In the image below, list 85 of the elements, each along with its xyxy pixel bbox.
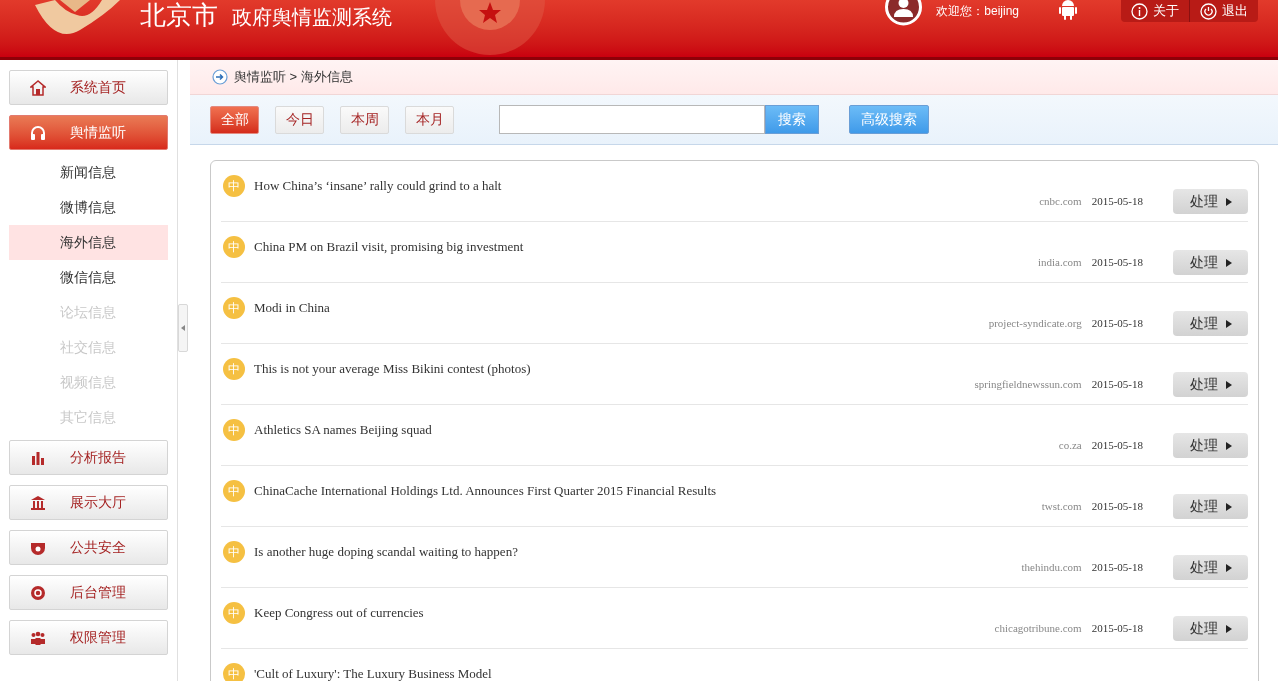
play-icon: [1225, 319, 1232, 328]
filter-tab[interactable]: 全部: [210, 105, 259, 134]
article-source: springfieldnewssun.com: [974, 377, 1082, 393]
breadcrumb: 舆情监听 > 海外信息: [234, 68, 353, 87]
article-title[interactable]: ChinaCache International Holdings Ltd. Announces First Quarter 2015 Financial Results: [254, 481, 717, 501]
article-date: 2015-05-18: [1091, 621, 1143, 637]
article-source: project-syndicate.org: [988, 316, 1082, 332]
priority-badge: 中: [223, 480, 245, 502]
sidebar-submenu-item[interactable]: 新闻信息: [9, 155, 168, 190]
article-source: cnbc.com: [1039, 194, 1082, 210]
article-title[interactable]: China PM on Brazil visit, promising big investment: [254, 237, 524, 257]
article-date: 2015-05-18: [1091, 316, 1143, 332]
about-button[interactable]: 关于: [1121, 0, 1189, 22]
process-button[interactable]: 处理: [1173, 250, 1248, 275]
article-title[interactable]: Is another huge doping scandal waiting to happen?: [254, 542, 518, 562]
article-title[interactable]: How China’s ‘insane’ rally could grind to a halt: [254, 176, 502, 196]
system-title: 政府舆情监测系统: [232, 5, 392, 30]
priority-badge: 中: [223, 358, 245, 380]
process-button[interactable]: 处理: [1173, 311, 1248, 336]
sidebar-submenu-item[interactable]: 海外信息: [9, 225, 168, 260]
headphones-icon: [30, 124, 46, 141]
city-title: 北京市: [140, 0, 218, 32]
process-button[interactable]: 处理: [1173, 494, 1248, 519]
sidebar-menu-button[interactable]: 后台管理: [9, 575, 168, 610]
play-icon: [1225, 563, 1232, 572]
process-button[interactable]: 处理: [1173, 372, 1248, 397]
sidebar-menu-button[interactable]: 公共安全: [9, 530, 168, 565]
article-title[interactable]: Keep Congress out of currencies: [254, 603, 424, 623]
play-icon: [1225, 258, 1232, 267]
logout-button[interactable]: 退出: [1189, 0, 1258, 22]
sidebar-menu-button[interactable]: 权限管理: [9, 620, 168, 655]
power-icon: [1200, 2, 1217, 20]
process-button[interactable]: 处理: [1173, 433, 1248, 458]
caret-left-icon: [181, 325, 185, 331]
sidebar-menu-button[interactable]: 展示大厅: [9, 485, 168, 520]
article-date: 2015-05-18: [1091, 499, 1143, 515]
arrow-right-icon: [212, 69, 228, 85]
sidebar-submenu-item[interactable]: 微信信息: [9, 260, 168, 295]
article-title[interactable]: Athletics SA names Beijing squad: [254, 420, 432, 440]
article-date: 2015-05-18: [1091, 255, 1143, 271]
bar-chart-icon: [30, 449, 46, 466]
priority-badge: 中: [223, 602, 245, 624]
sidebar-menu-button[interactable]: 分析报告: [9, 440, 168, 475]
article-date: 2015-05-18: [1091, 194, 1143, 210]
play-icon: [1225, 380, 1232, 389]
filter-tab[interactable]: 今日: [275, 105, 324, 134]
priority-badge: 中: [223, 297, 245, 319]
building-icon: [30, 494, 46, 511]
play-icon: [1225, 197, 1232, 206]
priority-badge: 中: [223, 663, 245, 681]
play-icon: [1225, 441, 1232, 450]
welcome-text: 欢迎您：beijing: [936, 3, 1019, 20]
home-icon: [30, 79, 46, 96]
avatar-icon[interactable]: [885, 0, 923, 26]
article-title[interactable]: This is not your average Miss Bikini contest (photos): [254, 359, 531, 379]
sidebar-submenu-item[interactable]: 微博信息: [9, 190, 168, 225]
article-date: 2015-05-18: [1091, 377, 1143, 393]
priority-badge: 中: [223, 236, 245, 258]
process-button[interactable]: 处理: [1173, 555, 1248, 580]
filter-tab[interactable]: 本周: [340, 105, 389, 134]
article-date: 2015-05-18: [1091, 438, 1143, 454]
article-date: 2015-05-18: [1091, 560, 1143, 576]
play-icon: [1225, 502, 1232, 511]
sidebar-menu-button[interactable]: 系统首页: [9, 70, 168, 105]
article-title[interactable]: Modi in China: [254, 298, 330, 318]
article-source: india.com: [1038, 255, 1082, 271]
article-title[interactable]: 'Cult of Luxury': The Luxury Business Model: [254, 664, 492, 681]
priority-badge: 中: [223, 175, 245, 197]
process-button[interactable]: 处理: [1173, 616, 1248, 641]
article-source: twst.com: [1041, 499, 1082, 515]
article-source: thehindu.com: [1021, 560, 1082, 576]
gear-icon: [30, 584, 46, 601]
search-field[interactable]: [499, 105, 765, 134]
people-icon: [30, 629, 46, 646]
android-icon[interactable]: [1059, 0, 1077, 20]
play-icon: [1225, 624, 1232, 633]
process-button[interactable]: 处理: [1173, 189, 1248, 214]
article-source: chicagotribune.com: [994, 621, 1082, 637]
sidebar-menu-button[interactable]: 舆情监听: [9, 115, 168, 150]
priority-badge: 中: [223, 541, 245, 563]
collapse-handle[interactable]: [178, 304, 188, 352]
priority-badge: 中: [223, 419, 245, 441]
info-icon: [1131, 2, 1148, 20]
filter-tab[interactable]: 本月: [405, 105, 454, 134]
article-source: co.za: [1058, 438, 1082, 454]
